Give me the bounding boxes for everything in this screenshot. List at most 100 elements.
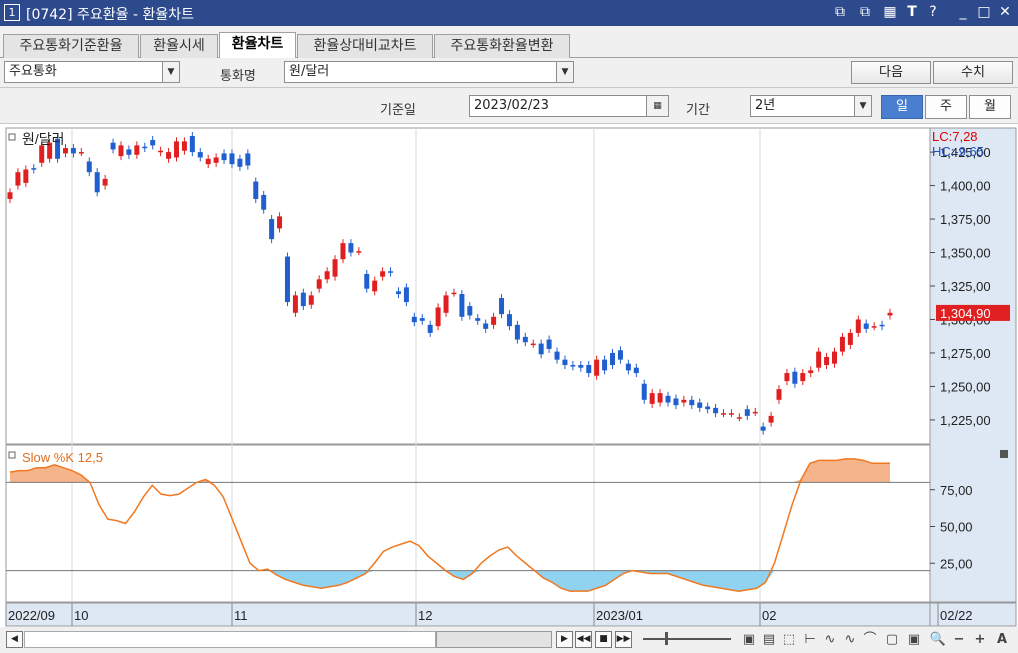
candle-body xyxy=(610,352,616,366)
candle-body xyxy=(760,426,766,431)
chevron-down-icon[interactable]: ▼ xyxy=(162,62,179,82)
next-button[interactable]: 다음 xyxy=(851,61,931,84)
y-tick-label: 1,375,00 xyxy=(940,212,991,227)
tab-relative-chart[interactable]: 환율상대비교차트 xyxy=(297,34,433,58)
search-icon[interactable]: 🔍 xyxy=(929,630,947,650)
rewind-icon[interactable]: ◀◀ xyxy=(575,631,592,648)
candle-body xyxy=(459,294,465,317)
period-select[interactable]: 2년 ▼ xyxy=(750,95,872,117)
chevron-down-icon[interactable]: ▼ xyxy=(556,62,573,82)
chart-svg[interactable]: 1,425,001,400,001,375,001,350,001,325,00… xyxy=(0,124,1018,627)
oscillator-label: Slow %K 12,5 xyxy=(22,450,103,465)
values-button[interactable]: 수치 xyxy=(933,61,1013,84)
tab-rate-chart[interactable]: 환율차트 xyxy=(219,32,296,59)
y-tick-label: 1,400,00 xyxy=(940,179,991,194)
split-view-icon[interactable]: ▣ xyxy=(740,630,758,650)
freq-daily-button[interactable]: 일 xyxy=(881,95,923,119)
zoom-in-icon[interactable]: + xyxy=(971,630,989,650)
candle-body xyxy=(197,152,203,158)
candle-body xyxy=(388,271,394,273)
currency-label: 통화명 xyxy=(220,69,256,84)
tab-major-rates[interactable]: 주요통화기준환율 xyxy=(3,34,139,58)
current-price-label: 1,304,90 xyxy=(940,306,991,321)
candle-body xyxy=(102,178,108,186)
x-tick-label: 2022/09 xyxy=(8,608,55,623)
candle-body xyxy=(237,158,243,167)
zoom-slider-thumb[interactable] xyxy=(665,632,668,645)
freq-weekly-button[interactable]: 주 xyxy=(925,95,967,119)
period-label: 기간 xyxy=(686,103,710,118)
candle-body xyxy=(602,359,608,371)
scroll-track[interactable] xyxy=(24,631,436,648)
font-icon[interactable]: T xyxy=(903,3,921,22)
scroll-thumb[interactable] xyxy=(436,631,552,648)
candle-body xyxy=(776,389,782,400)
calendar-icon[interactable]: ▦ xyxy=(646,96,668,116)
tab-rate-conversion[interactable]: 주요통화환율변환 xyxy=(434,34,570,58)
candle-body xyxy=(673,398,679,406)
candle-body xyxy=(855,319,861,333)
candle-body xyxy=(150,140,156,146)
date-input[interactable]: 2023/02/23 ▦ xyxy=(469,95,669,117)
candle-body xyxy=(752,411,758,414)
close-icon[interactable]: ✕ xyxy=(996,3,1014,22)
zoom-slider[interactable] xyxy=(643,638,731,640)
candle-body xyxy=(728,413,734,415)
chart-area[interactable]: 1,425,00 1,400,00 1,375,00 1,350,00 1,325,00… xyxy=(0,124,1018,627)
candle-body xyxy=(316,279,322,289)
candle-body xyxy=(292,295,298,313)
fast-forward-icon[interactable]: ▶▶ xyxy=(615,631,632,648)
overlay-view-icon[interactable]: ▤ xyxy=(760,630,778,650)
help-icon[interactable]: ? xyxy=(924,3,942,22)
candle-body xyxy=(499,298,505,315)
candle-body xyxy=(245,153,251,166)
osc-close-icon xyxy=(1000,450,1008,458)
scroll-left-icon[interactable]: ◀ xyxy=(6,631,23,648)
box-select-icon[interactable]: ⬚ xyxy=(780,630,798,650)
candle-body xyxy=(744,409,750,416)
minimize-icon[interactable]: _ xyxy=(954,3,972,22)
candle-body xyxy=(808,370,814,374)
candle-body xyxy=(530,343,536,346)
candle-body xyxy=(70,148,76,154)
y-tick-label: 1,275,00 xyxy=(940,346,991,361)
currency-select[interactable]: 원/달러 ▼ xyxy=(284,61,574,83)
cascade-icon[interactable]: ⧉ xyxy=(856,3,874,22)
tab-rate-quotes[interactable]: 환율시세 xyxy=(140,34,218,58)
tile-icon[interactable]: ⧉ xyxy=(831,3,849,22)
zoom-out-icon[interactable]: − xyxy=(950,630,968,650)
x-tick-label: 02/22 xyxy=(940,608,973,623)
link-icon[interactable]: ▦ xyxy=(881,3,899,22)
font-size-icon[interactable]: A xyxy=(993,630,1011,650)
currency-group-select[interactable]: 주요통화 ▼ xyxy=(4,61,180,83)
chart-title: 원/달러 xyxy=(22,131,65,147)
candle-body xyxy=(86,161,92,173)
chevron-down-icon[interactable]: ▼ xyxy=(854,96,871,116)
stop-icon[interactable]: ■ xyxy=(595,631,612,648)
freq-monthly-button[interactable]: 월 xyxy=(969,95,1011,119)
crosshair-icon[interactable]: ⊢ xyxy=(801,630,819,650)
candle-body xyxy=(364,273,370,289)
maximize-icon[interactable]: □ xyxy=(975,3,993,22)
candle-body xyxy=(277,216,283,229)
candle-body xyxy=(269,219,275,240)
window-number-badge: 1 xyxy=(4,4,20,21)
date-controls: 기준일 2023/02/23 ▦ 기간 2년 ▼ 일 주 월 xyxy=(0,88,1018,124)
capture-icon[interactable]: ▣ xyxy=(905,630,923,650)
curve-icon[interactable]: ⌒ xyxy=(861,630,879,650)
y-tick-label: 1,225,00 xyxy=(940,413,991,428)
wave-icon[interactable]: ∿ xyxy=(841,630,859,650)
candle-body xyxy=(205,158,211,165)
candle-body xyxy=(689,399,695,406)
x-tick-label: 12 xyxy=(418,608,432,623)
scroll-right-icon[interactable]: ▶ xyxy=(556,631,573,648)
trend-icon[interactable]: ∿ xyxy=(821,630,839,650)
candle-body xyxy=(514,324,520,340)
x-tick-label: 02 xyxy=(762,608,776,623)
frame-icon[interactable]: ▢ xyxy=(883,630,901,650)
candle-body xyxy=(578,365,584,368)
candle-body xyxy=(356,251,362,253)
candle-body xyxy=(308,295,314,305)
candle-body xyxy=(62,148,68,154)
y-tick-label: 1,325,00 xyxy=(940,279,991,294)
